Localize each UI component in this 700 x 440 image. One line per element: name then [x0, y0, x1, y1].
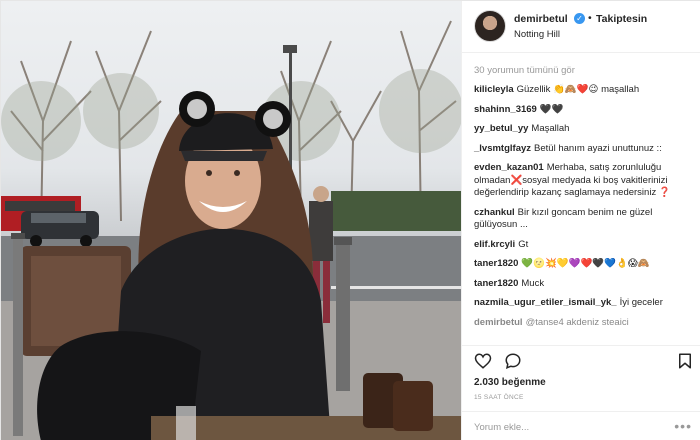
comment-username[interactable]: evden_kazan01 — [474, 162, 544, 173]
post-photo[interactable] — [1, 1, 461, 440]
comment-username[interactable]: kilicleyla — [474, 84, 514, 95]
likes-count[interactable]: 2.030 beğenme — [474, 377, 546, 388]
comment-text: Maşallah — [531, 123, 570, 134]
comment-text: İyi geceler — [619, 297, 663, 308]
comment-text: @tanse4 akdeniz steaici — [525, 316, 629, 328]
add-comment-bar: ••• — [462, 411, 700, 440]
comment-item: kilicleyla Güzellik 👏🙈❤️😉 maşallah — [474, 84, 690, 97]
comment-item: demirbetul @tanse4 akdeniz steaici — [474, 317, 690, 330]
post-header: demirbetul ✓ • Takiptesin Notting Hill — [462, 1, 700, 53]
heart-icon[interactable] — [474, 352, 492, 370]
comment-item: shahinn_3169 🖤🖤 — [474, 104, 690, 117]
comment-username[interactable]: taner1820 — [474, 258, 518, 269]
comment-username[interactable]: elif.krcyli — [474, 239, 515, 250]
comment-text: 🖤🖤 — [539, 103, 564, 115]
comment-username[interactable]: czhankul — [474, 207, 515, 218]
post-actions-bar — [462, 345, 700, 375]
bookmark-icon[interactable] — [676, 352, 694, 370]
header-separator: • — [588, 12, 592, 24]
comment-username[interactable]: shahinn_3169 — [474, 104, 537, 115]
comment-text: Güzellik 👏🙈❤️😉 maşallah — [516, 84, 640, 95]
location-link[interactable]: Notting Hill — [514, 29, 560, 40]
comment-text: Gt — [518, 238, 529, 250]
comment-username[interactable]: _lvsmtglfayz — [474, 143, 531, 154]
comment-text: Muck — [521, 277, 545, 289]
photo-illustration — [1, 20, 461, 440]
comment-icon[interactable] — [504, 352, 522, 370]
comment-item: _lvsmtglfayz Betül hanım ayazi unuttunuz … — [474, 143, 690, 156]
comment-item: nazmila_ugur_etiler_ismail_yk_ İyi gecele… — [474, 297, 690, 310]
verified-badge-icon: ✓ — [574, 13, 585, 24]
author-username[interactable]: demirbetul — [514, 13, 568, 25]
post-timestamp: 15 SAAT ÖNCE — [474, 394, 524, 401]
comment-item: elif.krcyli Gt — [474, 239, 690, 252]
comment-input[interactable] — [474, 420, 664, 434]
comment-username[interactable]: nazmila_ugur_etiler_ismail_yk_ — [474, 297, 617, 308]
post-side-panel: demirbetul ✓ • Takiptesin Notting Hill 3… — [461, 1, 700, 440]
instagram-post: demirbetul ✓ • Takiptesin Notting Hill 3… — [0, 0, 700, 440]
view-all-comments-link[interactable]: 30 yorumun tümünü gör — [474, 65, 690, 76]
comment-username[interactable]: demirbetul — [474, 317, 523, 328]
comment-item: taner1820 Muck — [474, 278, 690, 291]
comment-text: 💚🌝💥💛💜❤️🖤💙👌😱🙈 — [521, 258, 650, 269]
more-options-icon[interactable]: ••• — [674, 418, 692, 434]
comment-item: yy_betul_yy Maşallah — [474, 123, 690, 136]
comment-username[interactable]: yy_betul_yy — [474, 123, 528, 134]
comments-list[interactable]: 30 yorumun tümünü gör kilicleyla Güzellik… — [462, 57, 700, 343]
comment-item: taner1820 💚🌝💥💛💜❤️🖤💙👌😱🙈 — [474, 258, 690, 271]
follow-status-button[interactable]: Takiptesin — [596, 13, 647, 25]
avatar[interactable] — [474, 10, 506, 42]
comment-item: evden_kazan01 Merhaba, satış zorunluluğu … — [474, 162, 690, 200]
comment-item: czhankul Bir kızıl goncam benim ne güzel … — [474, 207, 690, 232]
comment-username[interactable]: taner1820 — [474, 278, 518, 289]
comment-text: Betül hanım ayazi unuttunuz :: — [534, 142, 662, 154]
